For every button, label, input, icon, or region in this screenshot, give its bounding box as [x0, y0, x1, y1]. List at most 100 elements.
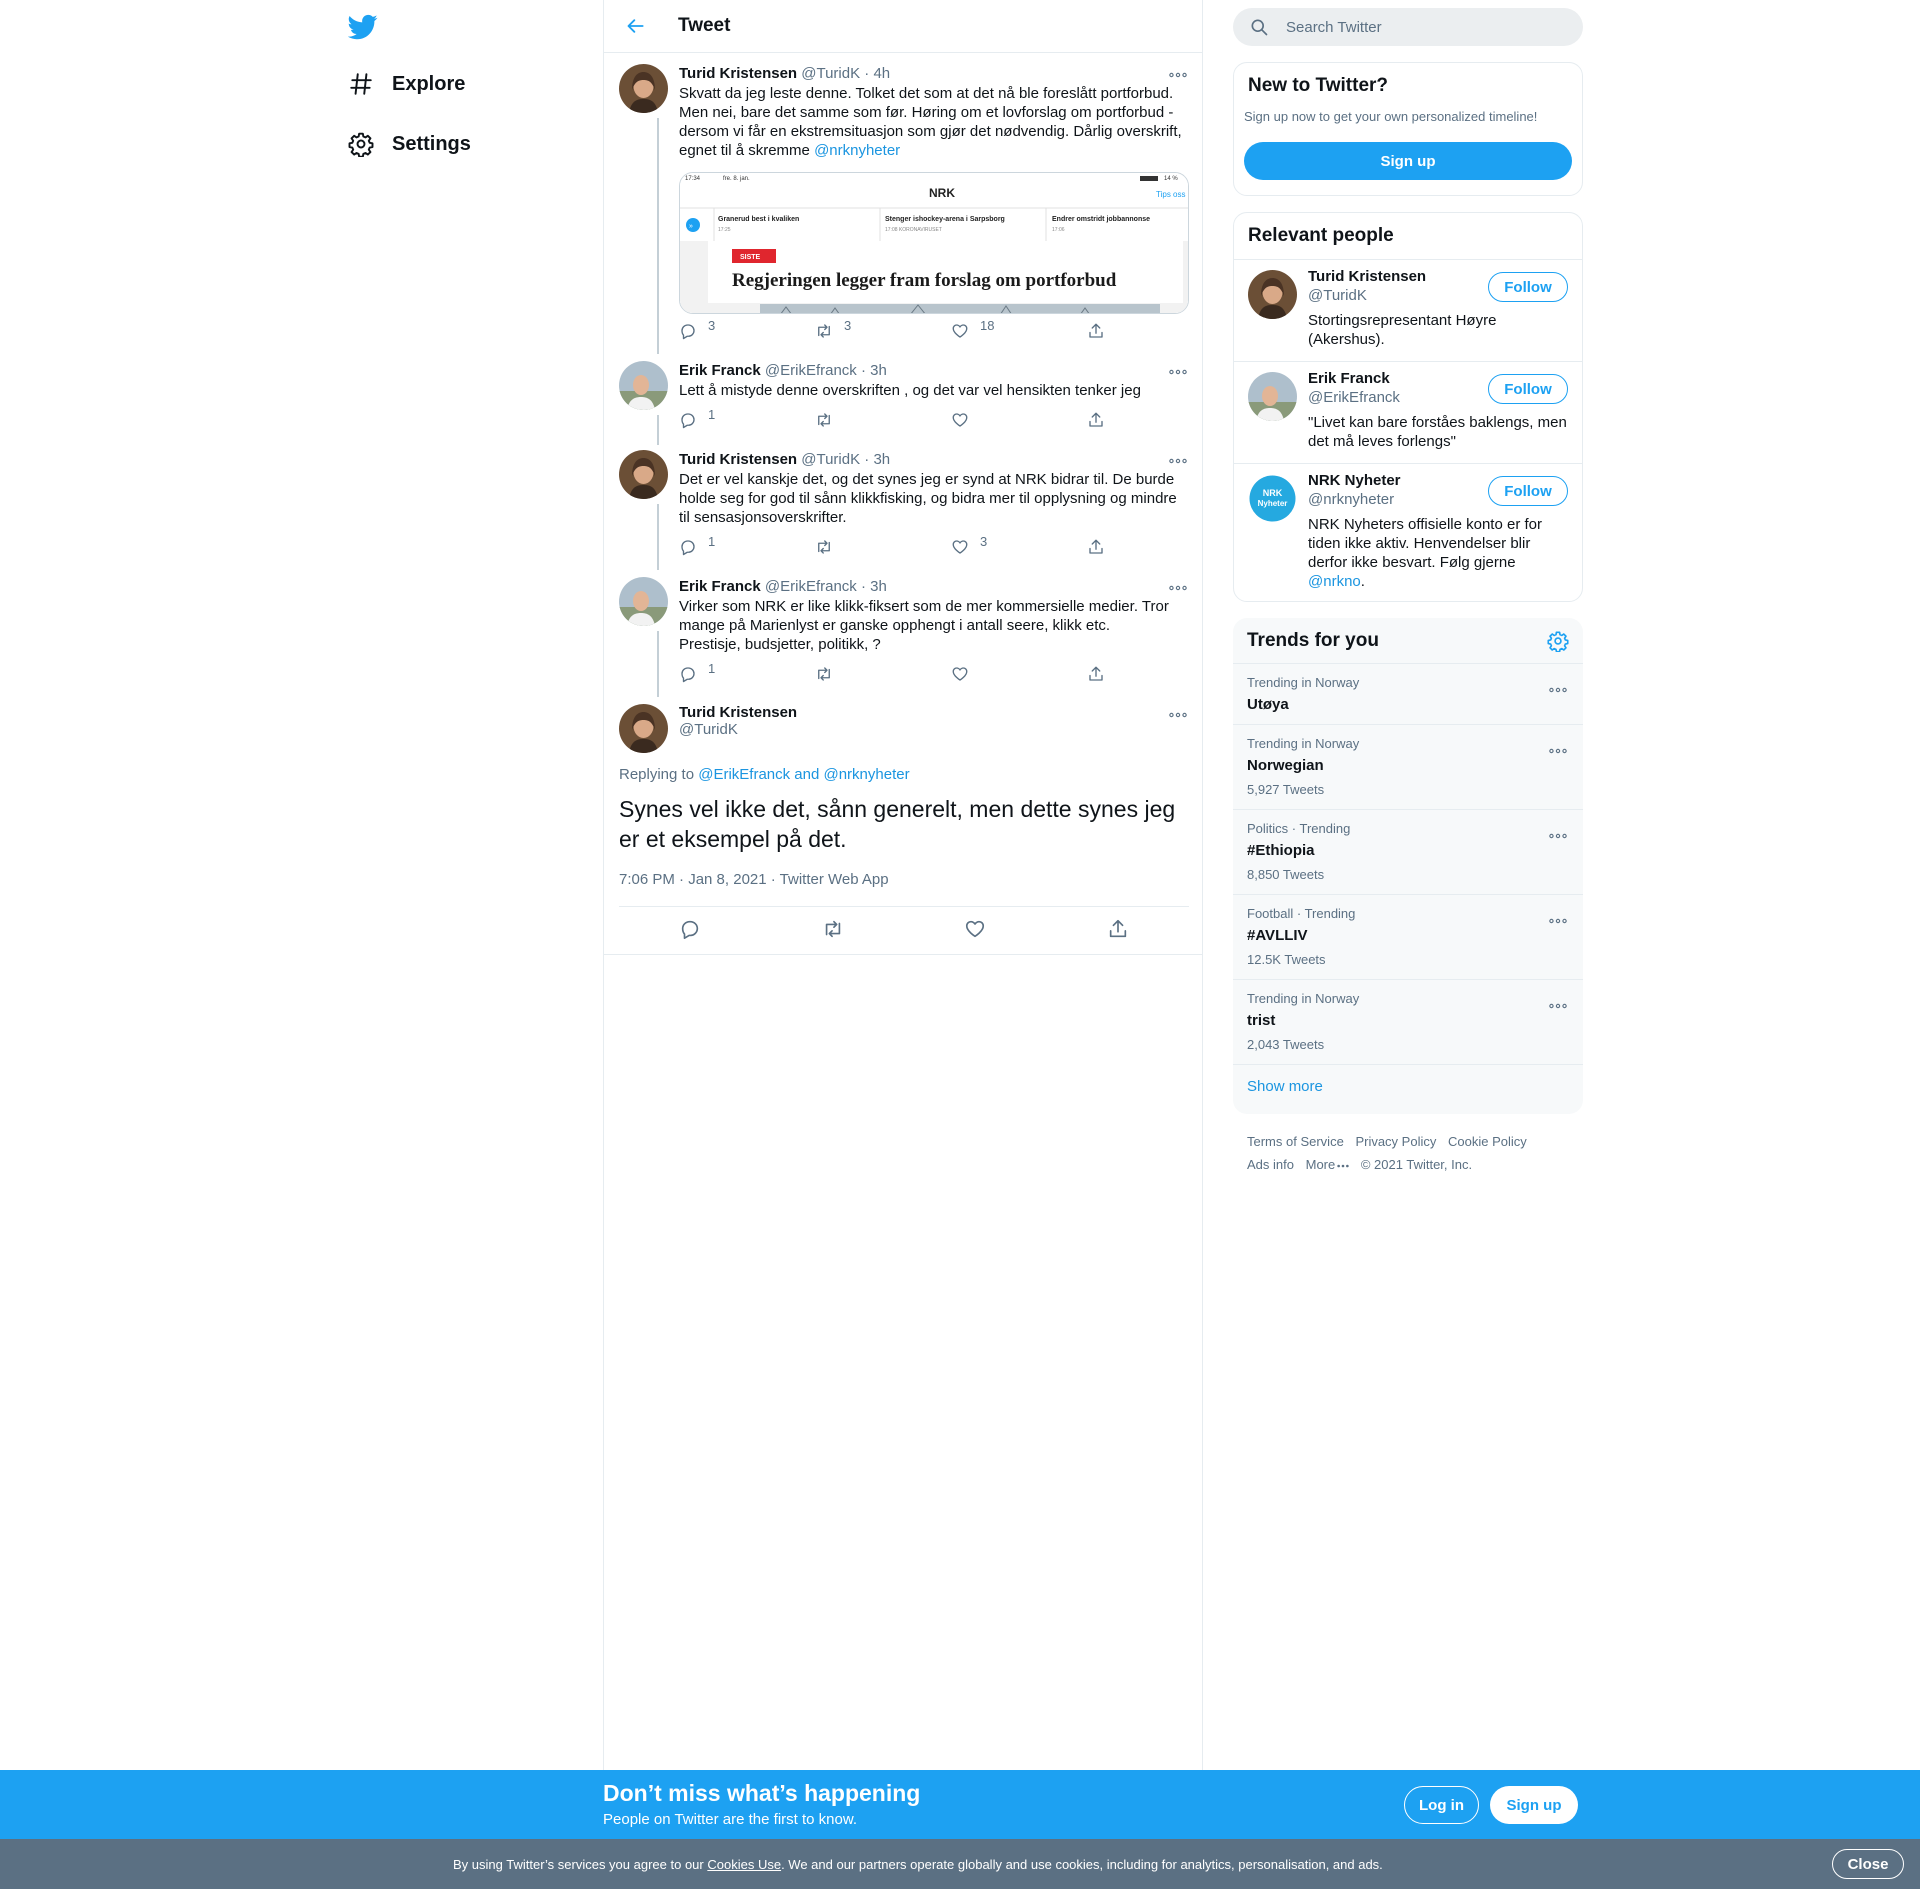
footer-link-ads-info[interactable]: Ads info [1247, 1157, 1294, 1172]
more-options-icon[interactable] [1167, 706, 1189, 724]
avatar[interactable] [619, 450, 668, 499]
author-handle[interactable]: @ErikEfranck [765, 362, 857, 379]
replying-to-link[interactable]: @ErikEfranck and @nrknyheter [698, 766, 909, 783]
share-button[interactable] [1087, 411, 1223, 429]
banner-signup-button[interactable]: Sign up [1490, 1786, 1578, 1824]
tweet-time[interactable]: · 3h [861, 362, 887, 379]
person-handle[interactable]: @ErikEfranck [1308, 389, 1400, 406]
author-handle[interactable]: @TuridK [679, 721, 1189, 738]
more-options-icon[interactable] [1549, 824, 1569, 839]
like-button[interactable] [951, 665, 1087, 683]
nav-settings[interactable]: Settings [348, 124, 471, 164]
thread-tweet[interactable]: Erik Franck @ErikEfranck · 3h Virker som… [619, 577, 1189, 697]
avatar[interactable] [619, 361, 668, 410]
signup-button[interactable]: Sign up [1244, 142, 1572, 180]
avatar[interactable] [1248, 372, 1297, 421]
person-name[interactable]: Erik Franck [1308, 370, 1390, 387]
more-options-icon[interactable] [1549, 909, 1569, 924]
trend-item[interactable]: Trending in Norway trist 2,043 Tweets [1233, 979, 1583, 1064]
footer-link-cookie[interactable]: Cookie Policy [1448, 1134, 1527, 1149]
footer-link-more[interactable]: More [1306, 1157, 1350, 1172]
footer-link-privacy[interactable]: Privacy Policy [1355, 1134, 1436, 1149]
nav-explore[interactable]: Explore [348, 64, 465, 104]
trend-item[interactable]: Trending in Norway Utøya [1233, 663, 1583, 724]
author-handle[interactable]: @TuridK [801, 65, 860, 82]
more-options-icon[interactable] [1549, 994, 1569, 1009]
retweet-button[interactable]: 3 [815, 318, 951, 340]
author-name[interactable]: Erik Franck [679, 578, 761, 595]
more-options-icon[interactable] [1549, 739, 1569, 754]
person-name[interactable]: NRK Nyheter [1308, 472, 1401, 489]
share-button[interactable] [1087, 665, 1223, 683]
tweet-time[interactable]: · 4h [864, 65, 890, 82]
show-more-link[interactable]: Show more [1247, 1078, 1323, 1095]
tweet-time[interactable]: · 3h [861, 578, 887, 595]
avatar[interactable] [619, 64, 668, 113]
share-button[interactable] [1087, 538, 1223, 556]
reply-button[interactable] [670, 918, 710, 942]
cookies-use-link[interactable]: Cookies Use [707, 1857, 781, 1872]
person-handle[interactable]: @TuridK [1308, 287, 1367, 304]
share-button[interactable] [1098, 918, 1138, 942]
avatar[interactable] [619, 704, 668, 753]
like-button[interactable]: 18 [951, 318, 1087, 340]
cookie-text: By using Twitter’s services you agree to… [453, 1857, 1383, 1872]
reply-button[interactable]: 3 [679, 318, 815, 340]
like-button[interactable] [955, 918, 995, 942]
tweet-time[interactable]: · 3h [864, 451, 890, 468]
follow-button[interactable]: Follow [1488, 476, 1568, 506]
back-arrow-icon[interactable] [621, 11, 651, 41]
trend-item[interactable]: Politics · Trending #Ethiopia 8,850 Twee… [1233, 809, 1583, 894]
person-handle[interactable]: @nrknyheter [1308, 491, 1394, 508]
more-options-icon[interactable] [1167, 579, 1189, 597]
thread-tweet[interactable]: Turid Kristensen @TuridK · 4h Skvatt da … [619, 64, 1189, 354]
close-button[interactable]: Close [1832, 1849, 1904, 1879]
twitter-bird-icon[interactable] [347, 12, 380, 44]
share-button[interactable] [1087, 322, 1223, 340]
more-options-icon[interactable] [1167, 66, 1189, 84]
avatar[interactable] [1248, 270, 1297, 319]
search-box[interactable] [1233, 8, 1583, 46]
more-options-icon[interactable] [1549, 678, 1569, 693]
reply-button[interactable]: 1 [679, 407, 815, 429]
bio-mention-link[interactable]: @nrkno [1308, 573, 1361, 590]
author-name[interactable]: Turid Kristensen [679, 65, 797, 82]
retweet-button[interactable] [815, 411, 951, 429]
author-name[interactable]: Erik Franck [679, 362, 761, 379]
trend-item[interactable]: Trending in Norway Norwegian 5,927 Tweet… [1233, 724, 1583, 809]
mention-link[interactable]: @nrknyheter [814, 142, 900, 159]
tweet-metadata[interactable]: 7:06 PM · Jan 8, 2021 · Twitter Web App [619, 871, 889, 888]
author-handle[interactable]: @ErikEfranck [765, 578, 857, 595]
more-options-icon[interactable] [1167, 452, 1189, 470]
author-name[interactable]: Turid Kristensen [679, 451, 797, 468]
like-button[interactable] [951, 411, 1087, 429]
thread-tweet[interactable]: Erik Franck @ErikEfranck · 3h Lett å mis… [619, 361, 1189, 445]
reply-button[interactable]: 1 [679, 534, 815, 556]
avatar[interactable] [619, 577, 668, 626]
author-handle[interactable]: @TuridK [801, 451, 860, 468]
tweet-image[interactable]: 17:34 fre. 8. jan. 14 % NRK Tips oss » G… [679, 172, 1189, 314]
reply-button[interactable]: 1 [679, 661, 815, 683]
share-icon [1109, 919, 1126, 938]
footer-link-terms[interactable]: Terms of Service [1247, 1134, 1344, 1149]
person-name[interactable]: Turid Kristensen [1308, 268, 1426, 285]
more-options-icon[interactable] [1167, 363, 1189, 381]
person-turid[interactable]: Turid Kristensen @TuridK Stortingsrepres… [1234, 259, 1582, 361]
search-icon [1251, 19, 1268, 36]
thread-tweet[interactable]: Turid Kristensen @TuridK · 3h Det er vel… [619, 450, 1189, 570]
gear-icon[interactable] [1547, 630, 1569, 653]
author-name[interactable]: Turid Kristensen [679, 704, 1189, 721]
person-nrk[interactable]: NRK Nyheter NRK Nyheter @nrknyheter NRK N… [1234, 463, 1582, 601]
person-bio: Stortingsrepresentant Høyre (Akershus). [1308, 312, 1497, 348]
avatar[interactable]: NRK Nyheter [1248, 474, 1297, 523]
follow-button[interactable]: Follow [1488, 272, 1568, 302]
retweet-button[interactable] [815, 538, 951, 556]
follow-button[interactable]: Follow [1488, 374, 1568, 404]
login-button[interactable]: Log in [1404, 1786, 1479, 1824]
like-button[interactable]: 3 [951, 534, 1087, 556]
search-input[interactable] [1286, 18, 1566, 36]
person-erik[interactable]: Erik Franck @ErikEfranck "Livet kan bare… [1234, 361, 1582, 463]
retweet-button[interactable] [815, 665, 951, 683]
trend-item[interactable]: Football · Trending #AVLLIV 12.5K Tweets [1233, 894, 1583, 979]
retweet-button[interactable] [813, 918, 853, 942]
